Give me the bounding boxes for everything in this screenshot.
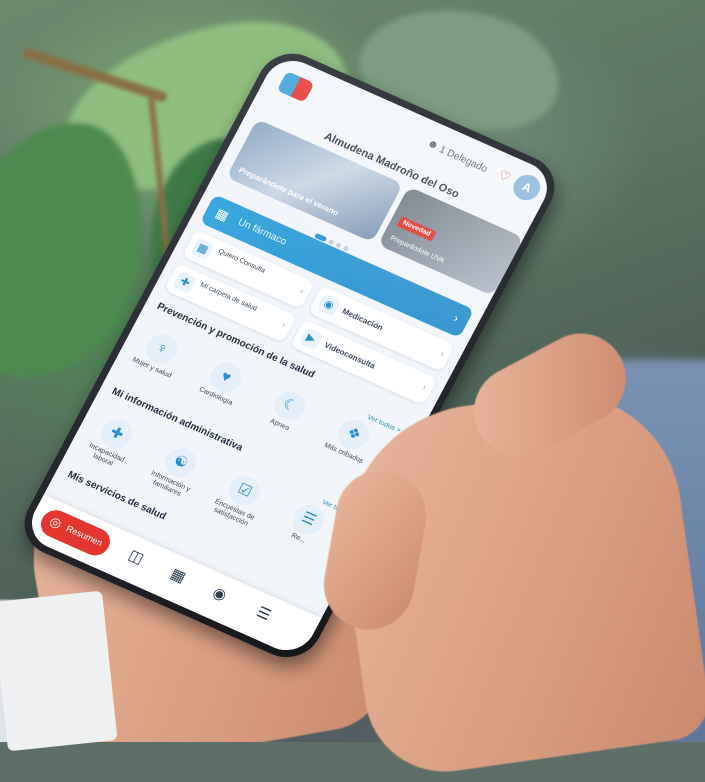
video-icon: ▶ (298, 327, 324, 351)
jeans (600, 360, 705, 742)
avatar[interactable]: A (508, 170, 545, 205)
app-logo (276, 70, 315, 103)
tile-label: Medicación (340, 306, 385, 333)
delegate-selector[interactable]: 1 Delegado (437, 144, 489, 175)
chevron-right-icon: › (280, 319, 288, 330)
promo-card-label: Preparándote para el verano (237, 165, 341, 218)
quick-access-item[interactable]: ♀ Mujer y salud (124, 324, 194, 383)
tile-label: Quiero Consulta (216, 247, 267, 275)
clipboard-icon[interactable]: ◫ (126, 546, 147, 568)
quick-access-item[interactable]: ✚ Incapacidad laboral (75, 409, 149, 475)
chat-icon[interactable]: ◉ (210, 583, 230, 604)
menu-icon[interactable]: ☰ (254, 603, 275, 625)
heart-icon[interactable]: ♡ (495, 167, 514, 186)
folder-icon: ✚ (172, 270, 198, 295)
chevron-right-icon: › (298, 285, 306, 296)
quick-access-item[interactable]: ☯ Información y familiares (139, 438, 213, 504)
quick-access-item[interactable]: ☾ Apnea (252, 381, 322, 440)
nav-summary-label: Resumen (64, 523, 105, 548)
quick-access-item[interactable]: ♥ Cardiología (188, 353, 258, 412)
home-icon: ◎ (47, 513, 65, 532)
chevron-right-icon: › (438, 348, 447, 359)
chevron-right-icon: › (451, 311, 462, 326)
chevron-right-icon: › (420, 382, 429, 393)
calendar-icon: ▦ (190, 237, 216, 261)
calendar-icon: ▦ (213, 205, 232, 224)
new-badge: Novedad (396, 216, 437, 242)
banner-label: Un fármaco (235, 216, 289, 248)
quick-access-item[interactable]: ☑ Encuestas de satisfacción (203, 466, 277, 532)
promo-card-label: Preparándote UVA (388, 234, 446, 265)
tile-label: Videoconsulta (322, 340, 377, 371)
pill-icon: ◉ (316, 293, 342, 317)
calendar-icon[interactable]: ▦ (168, 564, 189, 586)
